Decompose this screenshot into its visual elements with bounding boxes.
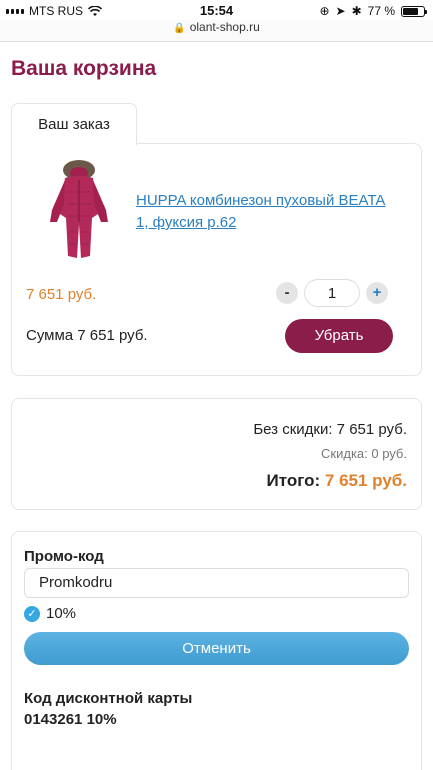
remove-button[interactable]: Убрать (285, 319, 393, 353)
orientation-lock-icon: ⊕ (319, 4, 330, 18)
item-sum: Сумма 7 651 руб. (26, 327, 148, 344)
status-bar: MTS RUS 15:54 ⊕ ➤ ✱ 77 % (0, 0, 433, 22)
subtotal-without-discount: Без скидки: 7 651 руб. (253, 421, 407, 438)
promo-card: Промо-код Promkodru ✓ 10% Отменить Код д… (11, 531, 422, 770)
check-icon: ✓ (24, 605, 40, 622)
total-label: Итого: (266, 471, 321, 490)
tab-order[interactable]: Ваш заказ (11, 103, 137, 145)
battery-fill (403, 7, 419, 15)
product-link[interactable]: HUPPA комбинезон пуховый BEATA 1, фуксия… (136, 190, 396, 234)
discount-card-title: Код дисконтной карты (24, 690, 193, 707)
promo-percent: 10% (46, 605, 77, 622)
battery-icon (401, 5, 427, 17)
product-image[interactable] (26, 152, 132, 264)
url-bar[interactable]: 🔒 olant-shop.ru (0, 20, 433, 42)
page-title: Ваша корзина (11, 57, 157, 80)
decrease-quantity-button[interactable]: - (276, 282, 298, 304)
status-right: ⊕ ➤ ✱ 77 % (319, 4, 427, 18)
discount-card-value: 0143261 10% (24, 711, 117, 728)
location-icon: ➤ (335, 4, 346, 18)
discount-amount: Скидка: 0 руб. (321, 446, 407, 461)
quantity-stepper: - 1 + (276, 279, 388, 307)
totals-card: Без скидки: 7 651 руб. Скидка: 0 руб. Ит… (11, 398, 422, 510)
url-domain: olant-shop.ru (189, 20, 260, 34)
cancel-promo-button[interactable]: Отменить (24, 632, 409, 665)
grand-total: Итого: 7 651 руб. (267, 471, 407, 491)
battery-label: 77 % (367, 4, 395, 18)
bluetooth-icon: ✱ (351, 4, 362, 18)
promo-title: Промо-код (24, 548, 104, 565)
increase-quantity-button[interactable]: + (366, 282, 388, 304)
quantity-field[interactable]: 1 (304, 279, 360, 307)
promo-code-input[interactable]: Promkodru (24, 568, 409, 598)
order-card: HUPPA комбинезон пуховый BEATA 1, фуксия… (11, 143, 422, 376)
item-price: 7 651 руб. (26, 286, 97, 303)
promo-applied: ✓ 10% (24, 605, 76, 622)
total-value: 7 651 руб. (324, 471, 407, 490)
lock-icon: 🔒 (173, 23, 186, 34)
